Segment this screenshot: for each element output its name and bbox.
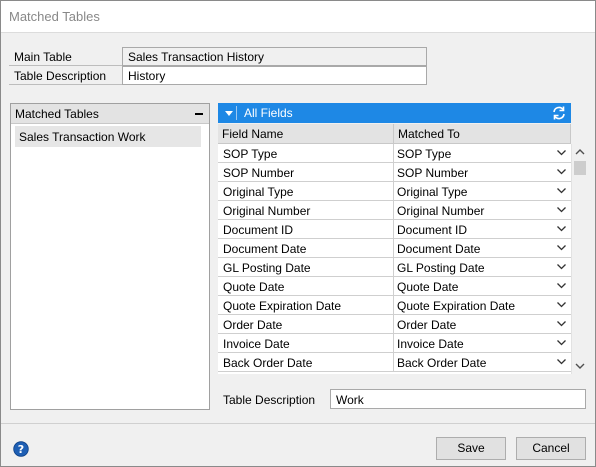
- scroll-up-icon[interactable]: [575, 148, 585, 156]
- table-row[interactable]: Document Date Document Date: [218, 239, 571, 258]
- main-table-label: Main Table: [9, 47, 122, 66]
- matched-to-value: Document Date: [397, 242, 481, 256]
- matched-to-dropdown[interactable]: Document ID: [394, 220, 571, 239]
- table-row[interactable]: Order Date Order Date: [218, 315, 571, 334]
- matched-to-value: SOP Number: [397, 166, 469, 180]
- matched-to-dropdown[interactable]: Invoice Date: [394, 334, 571, 353]
- footer-divider: [1, 423, 595, 424]
- field-name-cell[interactable]: Document ID: [218, 220, 394, 239]
- help-icon[interactable]: ?: [13, 441, 29, 457]
- cancel-button[interactable]: Cancel: [516, 437, 586, 460]
- field-name-cell[interactable]: Original Number: [218, 201, 394, 220]
- matched-to-value: Quote Date: [397, 280, 459, 294]
- chevron-down-icon[interactable]: [557, 282, 566, 289]
- header-separator: [236, 106, 237, 120]
- chevron-down-icon[interactable]: [557, 168, 566, 175]
- matched-to-value: Back Order Date: [397, 356, 487, 370]
- chevron-down-icon[interactable]: [225, 111, 233, 116]
- table-row[interactable]: Quote Date Quote Date: [218, 277, 571, 296]
- field-name-cell[interactable]: Original Type: [218, 182, 394, 201]
- chevron-down-icon[interactable]: [557, 149, 566, 156]
- column-header-field-name[interactable]: Field Name: [218, 124, 394, 144]
- field-name-cell[interactable]: Document Date: [218, 239, 394, 258]
- bottom-table-description-label: Table Description: [223, 393, 316, 407]
- matched-to-value: GL Posting Date: [397, 261, 485, 275]
- matched-table-item[interactable]: Sales Transaction Work: [15, 126, 201, 147]
- vertical-scrollbar[interactable]: [571, 144, 588, 374]
- matched-tables-header: Matched Tables: [11, 104, 209, 124]
- matched-to-value: SOP Type: [397, 147, 452, 161]
- matched-to-dropdown[interactable]: Original Type: [394, 182, 571, 201]
- matched-to-dropdown[interactable]: GL Posting Date: [394, 258, 571, 277]
- chevron-down-icon[interactable]: [557, 206, 566, 213]
- matched-to-dropdown[interactable]: SOP Type: [394, 144, 571, 163]
- table-row[interactable]: Original Number Original Number: [218, 201, 571, 220]
- matched-to-dropdown[interactable]: Back Order Date: [394, 353, 571, 372]
- table-row[interactable]: SOP Type SOP Type: [218, 144, 571, 163]
- field-name-cell[interactable]: GL Posting Date: [218, 258, 394, 277]
- matched-to-value: Original Number: [397, 204, 485, 218]
- matched-to-value: Order Date: [397, 318, 457, 332]
- main-table-row: Main Table Sales Transaction History: [9, 47, 427, 66]
- matched-to-value: Invoice Date: [397, 337, 464, 351]
- matched-to-value: Original Type: [397, 185, 468, 199]
- all-fields-heading: All Fields: [244, 106, 293, 120]
- matched-to-dropdown[interactable]: Quote Date: [394, 277, 571, 296]
- save-button[interactable]: Save: [436, 437, 506, 460]
- table-description-label: Table Description: [9, 66, 122, 85]
- svg-text:?: ?: [18, 443, 24, 456]
- matched-tables-heading: Matched Tables: [15, 107, 99, 121]
- chevron-down-icon[interactable]: [557, 244, 566, 251]
- refresh-icon[interactable]: [550, 104, 568, 122]
- field-name-cell[interactable]: SOP Number: [218, 163, 394, 182]
- table-description-field[interactable]: History: [122, 66, 427, 85]
- main-table-value: Sales Transaction History: [122, 47, 427, 66]
- chevron-down-icon[interactable]: [557, 187, 566, 194]
- matched-to-dropdown[interactable]: Order Date: [394, 315, 571, 334]
- bottom-table-description-field[interactable]: Work: [330, 389, 586, 409]
- column-header-matched-to[interactable]: Matched To: [394, 124, 571, 144]
- field-name-cell[interactable]: Invoice Date: [218, 334, 394, 353]
- chevron-down-icon[interactable]: [557, 225, 566, 232]
- chevron-down-icon[interactable]: [557, 320, 566, 327]
- collapse-minus-icon[interactable]: [195, 113, 203, 115]
- matched-to-dropdown[interactable]: SOP Number: [394, 163, 571, 182]
- table-description-row: Table Description History: [9, 66, 427, 85]
- table-row[interactable]: Original Type Original Type: [218, 182, 571, 201]
- field-name-cell[interactable]: Quote Date: [218, 277, 394, 296]
- matched-to-dropdown[interactable]: Original Number: [394, 201, 571, 220]
- window-title: Matched Tables: [9, 9, 100, 24]
- header-fields: Main Table Sales Transaction History Tab…: [9, 47, 427, 85]
- table-row[interactable]: Back Order Date Back Order Date: [218, 353, 571, 372]
- matched-to-value: Document ID: [397, 223, 468, 237]
- scroll-down-icon[interactable]: [575, 362, 585, 370]
- matched-tables-panel: Matched Tables Sales Transaction Work: [10, 103, 210, 410]
- field-name-cell[interactable]: Back Order Date: [218, 353, 394, 372]
- chevron-down-icon[interactable]: [557, 339, 566, 346]
- table-row[interactable]: GL Posting Date GL Posting Date: [218, 258, 571, 277]
- table-row[interactable]: SOP Number SOP Number: [218, 163, 571, 182]
- fields-header-bar: All Fields: [218, 103, 571, 123]
- matched-to-dropdown[interactable]: Document Date: [394, 239, 571, 258]
- chevron-down-icon[interactable]: [557, 263, 566, 270]
- table-row[interactable]: Invoice Date Invoice Date: [218, 334, 571, 353]
- chevron-down-icon[interactable]: [557, 301, 566, 308]
- title-bar: Matched Tables: [1, 1, 595, 33]
- table-row[interactable]: Quote Expiration Date Quote Expiration Da…: [218, 296, 571, 315]
- field-name-cell[interactable]: SOP Type: [218, 144, 394, 163]
- matched-to-value: Quote Expiration Date: [397, 299, 516, 313]
- matched-to-dropdown[interactable]: Quote Expiration Date: [394, 296, 571, 315]
- fields-grid: Field Name Matched To SOP Type SOP Type SO…: [218, 124, 571, 374]
- field-name-cell[interactable]: Quote Expiration Date: [218, 296, 394, 315]
- table-row[interactable]: Document ID Document ID: [218, 220, 571, 239]
- chevron-down-icon[interactable]: [557, 358, 566, 365]
- matched-tables-window: Matched Tables Main Table Sales Transact…: [0, 0, 596, 467]
- scrollbar-thumb[interactable]: [574, 161, 586, 175]
- field-name-cell[interactable]: Order Date: [218, 315, 394, 334]
